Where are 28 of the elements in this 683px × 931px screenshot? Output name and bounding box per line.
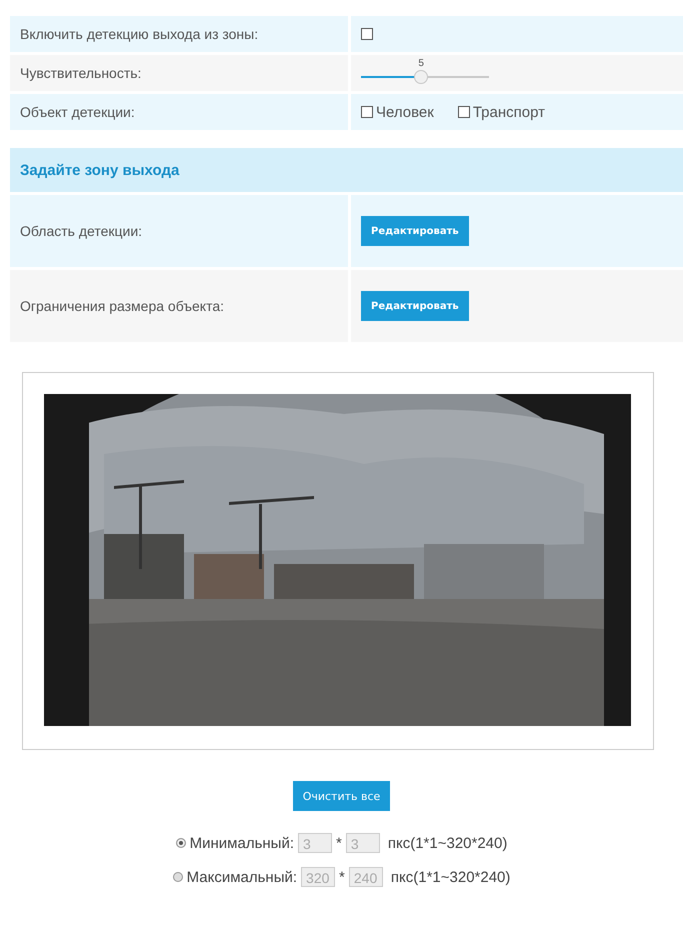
checkbox-label: Транспорт <box>472 104 545 120</box>
range-hint: пкс(1*1~320*240) <box>388 834 508 852</box>
slider-thumb[interactable] <box>414 70 428 84</box>
setting-label: Ограничения размера объекта: <box>20 298 224 314</box>
height-field[interactable]: 240 <box>348 867 383 887</box>
slider-value: 5 <box>418 58 424 69</box>
edit-button[interactable]: Редактировать <box>361 291 469 321</box>
checkbox[interactable] <box>458 106 470 118</box>
range-hint: пкс(1*1~320*240) <box>390 868 510 886</box>
setting-label: Объект детекции: <box>20 104 135 120</box>
checkbox-label: Человек <box>376 104 434 120</box>
setting-label: Область детекции: <box>20 223 142 239</box>
limit-label: Минимальный: <box>190 834 294 852</box>
radio-button[interactable] <box>172 872 183 882</box>
width-field[interactable]: 3 <box>298 833 332 853</box>
checkbox[interactable] <box>361 28 373 40</box>
times-sign: * <box>336 834 342 852</box>
checkbox[interactable] <box>361 106 373 118</box>
radio-button[interactable] <box>176 838 186 848</box>
section-header: Задайте зону выхода <box>10 148 683 192</box>
height-field[interactable]: 3 <box>346 833 380 853</box>
limit-label: Максимальный: <box>186 868 298 886</box>
setting-label: Чувствительность: <box>20 65 142 81</box>
setting-label: Включить детекцию выхода из зоны: <box>20 26 258 42</box>
clear-all-button[interactable]: Очистить все <box>292 781 390 811</box>
edit-button[interactable]: Редактировать <box>361 216 469 246</box>
width-field[interactable]: 320 <box>301 867 336 887</box>
times-sign: * <box>339 868 345 886</box>
